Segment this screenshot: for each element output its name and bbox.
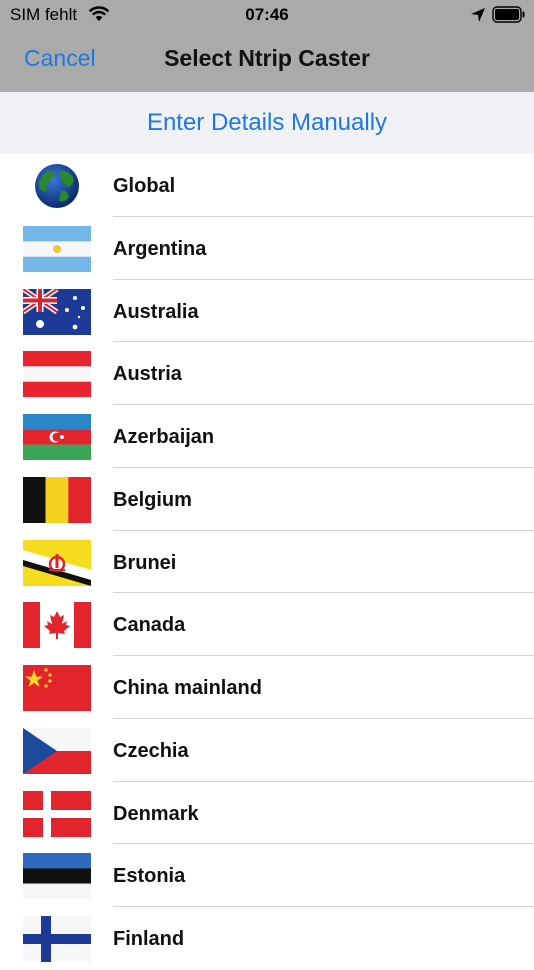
list-item-label: Austria <box>113 363 182 386</box>
argentina-flag-icon <box>23 225 91 272</box>
list-item-global[interactable]: Global <box>0 154 534 217</box>
list-item-canada[interactable]: Canada <box>0 593 534 656</box>
list-item-estonia[interactable]: Estonia <box>0 844 534 907</box>
list-item-austria[interactable]: Austria <box>0 342 534 405</box>
list-item-label: Brunei <box>113 551 177 574</box>
list-item-czechia[interactable]: Czechia <box>0 719 534 782</box>
battery-icon <box>492 6 525 23</box>
list-item-label: Denmark <box>113 802 199 825</box>
list-item-denmark[interactable]: Denmark <box>0 782 534 845</box>
caster-country-list: Global Argentina Australia Austria Azerb… <box>0 154 534 970</box>
list-item-brunei[interactable]: Brunei <box>0 531 534 594</box>
status-bar: SIM fehlt 07:46 <box>0 0 534 30</box>
list-item-label: Azerbaijan <box>113 426 215 448</box>
navigation-bar: Cancel Select Ntrip Caster <box>0 30 534 92</box>
list-item-label: Czechia <box>113 739 189 762</box>
clock: 07:46 <box>245 5 289 24</box>
enter-details-manually-button[interactable]: Enter Details Manually <box>0 92 534 154</box>
list-item-belgium[interactable]: Belgium <box>0 468 534 531</box>
list-item-azerbaijan[interactable]: Azerbaijan <box>0 405 534 468</box>
australia-flag-icon <box>23 288 91 335</box>
list-item-label: Global <box>113 175 176 197</box>
top-bar: SIM fehlt 07:46 Cancel Select Ntrip Cast… <box>0 0 534 92</box>
belgium-flag-icon <box>23 476 91 523</box>
estonia-flag-icon <box>23 853 91 900</box>
list-item-label: China mainland <box>113 677 262 699</box>
brunei-flag-icon <box>23 539 91 586</box>
list-item-australia[interactable]: Australia <box>0 280 534 343</box>
azerbaijan-flag-icon <box>23 414 91 460</box>
page-title: Select Ntrip Caster <box>164 45 370 71</box>
globe-icon <box>23 163 91 209</box>
location-arrow-icon <box>471 8 485 22</box>
list-item-label: Belgium <box>113 488 192 511</box>
list-item-finland[interactable]: Finland <box>0 907 534 970</box>
canada-flag-icon <box>23 602 91 649</box>
list-item-label: Canada <box>113 614 186 637</box>
list-item-label: Australia <box>113 300 199 323</box>
list-item-argentina[interactable]: Argentina <box>0 217 534 280</box>
denmark-flag-icon <box>23 790 91 837</box>
list-item-label: Argentina <box>113 237 207 260</box>
list-item-label: Estonia <box>113 865 186 888</box>
austria-flag-icon <box>23 351 91 398</box>
finland-flag-icon <box>23 916 91 962</box>
list-item-label: Finland <box>113 928 185 950</box>
czechia-flag-icon <box>23 727 91 774</box>
china-flag-icon <box>23 665 91 711</box>
list-item-china-mainland[interactable]: China mainland <box>0 656 534 719</box>
